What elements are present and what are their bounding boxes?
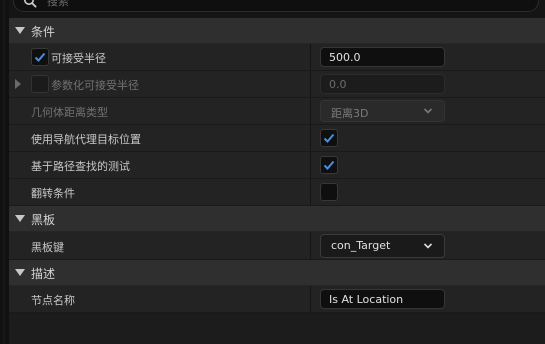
search-icon <box>24 0 37 8</box>
dropdown-value: 距离3D <box>331 107 369 120</box>
inverse-condition-checkbox[interactable] <box>320 183 338 201</box>
column-divider[interactable] <box>310 232 311 259</box>
property-row-blackboard-key: 黑板键 con_Target <box>9 232 545 260</box>
search-input[interactable] <box>13 0 539 12</box>
property-row-inverse-condition: 翻转条件 <box>9 179 545 206</box>
chevron-down-icon <box>424 108 432 114</box>
checkmark-icon <box>323 160 335 170</box>
geometry-distance-type-dropdown[interactable]: 距离3D <box>320 100 445 122</box>
checkmark-icon <box>34 52 46 62</box>
category-label: 黑板 <box>31 213 56 227</box>
property-label: 节点名称 <box>31 294 75 307</box>
property-label: 基于路径查找的测试 <box>31 160 130 173</box>
checkmark-icon <box>323 133 335 143</box>
param-accept-radius-input[interactable]: 0.0 <box>320 74 445 94</box>
path-finding-based-test-checkbox[interactable] <box>320 156 338 174</box>
column-divider[interactable] <box>310 152 311 178</box>
search-bar: 搜索 <box>9 0 545 18</box>
left-edge-line <box>3 0 5 344</box>
property-label: 几何体距离类型 <box>31 106 108 119</box>
param-accept-radius-checkbox[interactable] <box>31 75 49 93</box>
property-label: 翻转条件 <box>31 187 75 200</box>
node-name-input[interactable]: Is At Location <box>320 289 445 309</box>
collapse-arrow-icon[interactable] <box>15 269 25 276</box>
column-divider[interactable] <box>310 44 311 70</box>
use-nav-agent-goal-location-checkbox[interactable] <box>320 129 338 147</box>
search-placeholder: 搜索 <box>47 0 69 8</box>
property-label: 使用导航代理目标位置 <box>31 133 141 146</box>
column-divider[interactable] <box>310 125 311 151</box>
column-divider[interactable] <box>310 71 311 97</box>
blackboard-key-dropdown[interactable]: con_Target <box>320 234 445 258</box>
category-label: 描述 <box>31 267 56 281</box>
property-row-use-nav-agent-goal-location: 使用导航代理目标位置 <box>9 125 545 152</box>
category-description[interactable]: 描述 <box>9 260 545 286</box>
column-divider[interactable] <box>310 98 311 124</box>
category-blackboard[interactable]: 黑板 <box>9 206 545 232</box>
category-label: 条件 <box>31 25 56 39</box>
property-row-node-name: 节点名称 Is At Location <box>9 286 545 313</box>
collapse-arrow-icon[interactable] <box>15 27 25 34</box>
collapse-arrow-icon[interactable] <box>15 215 25 222</box>
accept-radius-checkbox[interactable] <box>31 48 49 66</box>
accept-radius-input[interactable]: 500.0 <box>320 47 445 67</box>
column-divider[interactable] <box>310 179 311 205</box>
left-edge-strip <box>0 0 9 344</box>
category-conditions[interactable]: 条件 <box>9 18 545 44</box>
property-label: 参数化可接受半径 <box>51 79 139 92</box>
property-row-accept-radius: 可接受半径 500.0 <box>9 44 545 71</box>
dropdown-value: con_Target <box>331 239 391 252</box>
property-row-param-accept-radius: 参数化可接受半径 0.0 <box>9 71 545 98</box>
property-label: 可接受半径 <box>51 52 106 65</box>
details-panel: 条件 可接受半径 500.0 参数化可接受半径 0.0 几何体距离类型 距离3D… <box>9 18 545 344</box>
column-divider[interactable] <box>310 286 311 312</box>
property-row-path-finding-based-test: 基于路径查找的测试 <box>9 152 545 179</box>
property-label: 黑板键 <box>31 241 64 254</box>
expand-arrow-icon[interactable] <box>15 79 21 89</box>
panel-empty-area <box>9 314 545 344</box>
property-row-geometry-distance-type: 几何体距离类型 距离3D <box>9 98 545 125</box>
chevron-down-icon <box>424 243 432 249</box>
